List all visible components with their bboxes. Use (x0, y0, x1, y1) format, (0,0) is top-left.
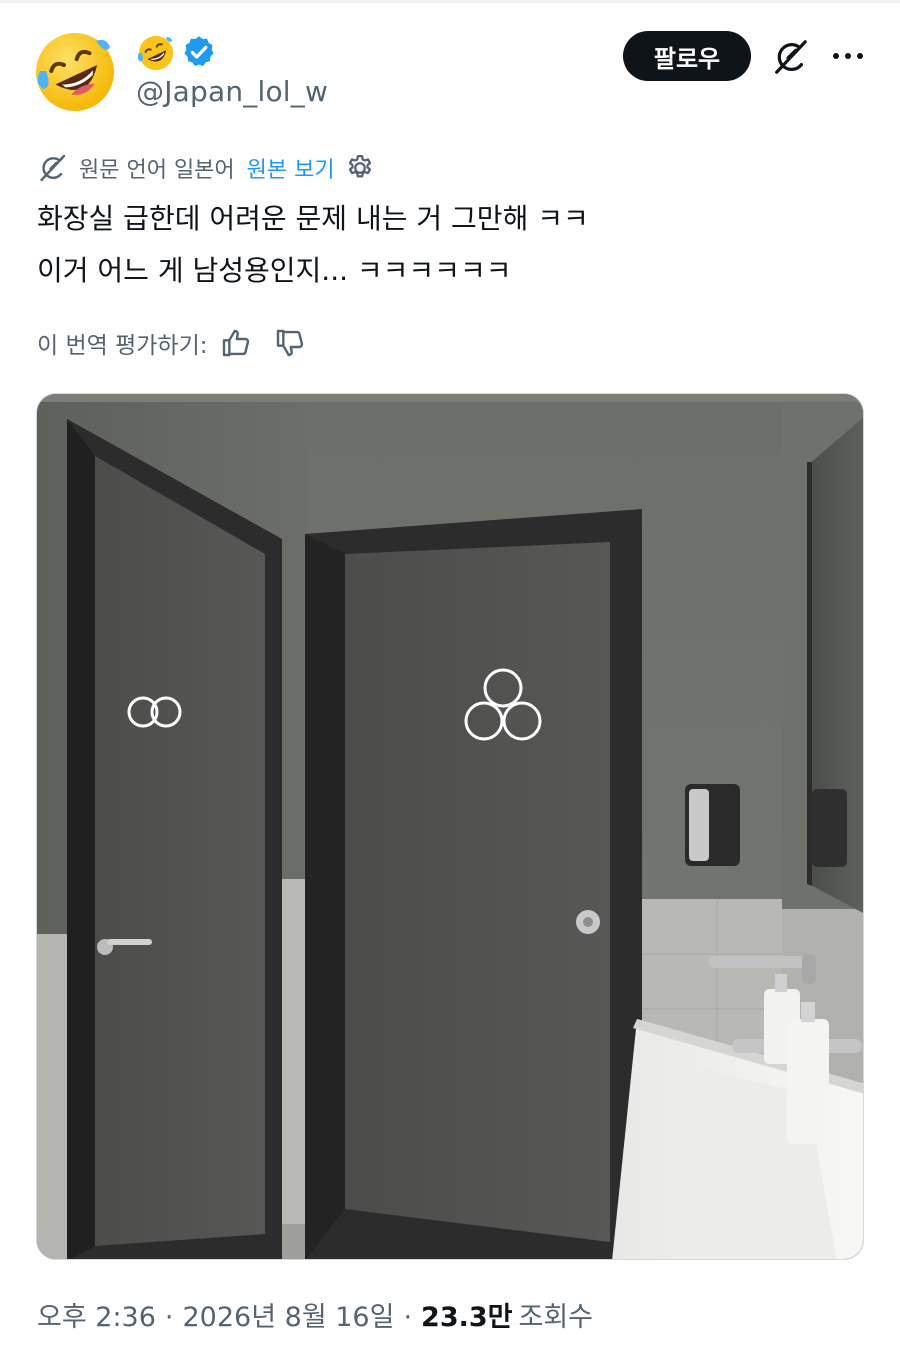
thumbs-up-icon[interactable] (220, 327, 252, 359)
tweet-text: 화장실 급한데 어려운 문제 내는 거 그만해 ㅋㅋ 이거 어느 게 남성용인지… (37, 193, 867, 297)
name-emoji-icon (137, 35, 174, 71)
avatar[interactable] (34, 31, 116, 113)
grok-icon[interactable] (771, 38, 809, 76)
gear-icon[interactable] (345, 153, 375, 183)
views-label: 조회수 (518, 1302, 594, 1333)
grok-translate-icon (40, 154, 66, 182)
separator-dot: · (403, 1302, 413, 1333)
top-divider (0, 0, 900, 3)
restroom-photo (37, 394, 863, 1259)
tweet-photo[interactable] (36, 393, 864, 1260)
rate-translation-label: 이 번역 평가하기: (37, 333, 208, 359)
tweet-time[interactable]: 오후 2:36 (37, 1295, 156, 1334)
view-original-link[interactable]: 원본 보기 (247, 152, 335, 184)
tweet-line-1: 화장실 급한데 어려운 문제 내는 거 그만해 ㅋㅋ (37, 202, 589, 235)
thumbs-down-icon[interactable] (274, 327, 306, 359)
verified-badge-icon (184, 36, 214, 67)
translation-source-language: 원문 언어 일본어 (79, 158, 235, 183)
more-options-icon[interactable] (830, 38, 866, 74)
user-handle[interactable]: @Japan_lol_w (136, 75, 328, 108)
rate-translation: 이 번역 평가하기: (37, 324, 328, 362)
views-count[interactable]: 23.3만 (421, 1295, 512, 1334)
tweet-line-2: 이거 어느 게 남성용인지... ㅋㅋㅋㅋㅋㅋ (37, 254, 512, 287)
separator-dot: · (164, 1302, 174, 1333)
translation-bar: 원문 언어 일본어 원본 보기 (37, 152, 375, 184)
tweet-date[interactable]: 2026년 8월 16일 (183, 1295, 395, 1334)
follow-button[interactable]: 팔로우 (623, 31, 751, 81)
tweet-meta: 오후 2:36 · 2026년 8월 16일 · 23.3만 조회수 (37, 1295, 593, 1334)
